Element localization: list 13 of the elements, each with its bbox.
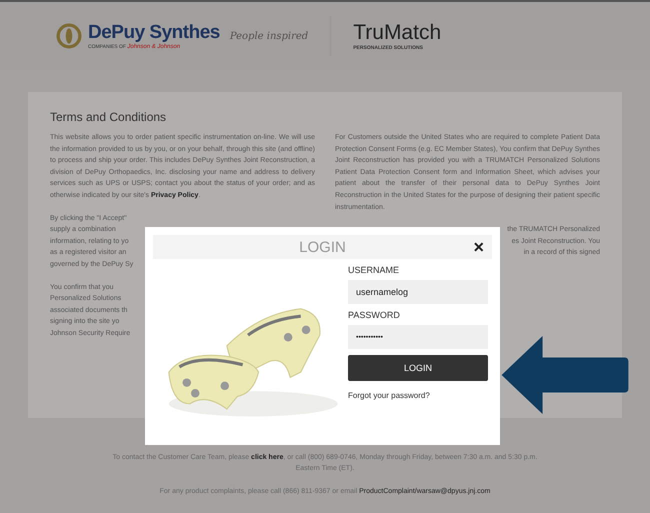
product-name: TruMatch xyxy=(353,21,442,45)
forgot-password-link[interactable]: Forgot your password? xyxy=(348,391,488,400)
dialog-title: LOGIN xyxy=(299,238,346,256)
tagline: People inspired xyxy=(230,30,308,42)
password-label: PASSWORD xyxy=(348,310,401,320)
close-button[interactable]: × xyxy=(473,238,484,256)
username-label: USERNAME xyxy=(348,265,400,275)
username-field[interactable]: usernamelog xyxy=(348,280,488,304)
arrow-icon xyxy=(500,336,630,414)
brand-name: DePuy Synthes xyxy=(88,22,220,44)
brand-logo-icon xyxy=(56,23,82,49)
login-button[interactable]: LOGIN xyxy=(348,355,488,381)
terms-title: Terms and Conditions xyxy=(50,110,168,124)
